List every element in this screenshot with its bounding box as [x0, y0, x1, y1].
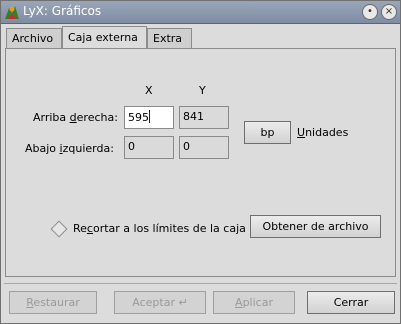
- dialog-window: LyX: Gráficos • × Archivo Caja externa E…: [0, 0, 401, 324]
- column-y-header: Y: [199, 84, 206, 97]
- tab-archivo[interactable]: Archivo: [6, 28, 62, 48]
- lower-left-x-input[interactable]: 0: [124, 136, 174, 159]
- clip-label: Recortar a los límites de la caja: [73, 222, 246, 235]
- column-x-header: X: [145, 84, 153, 97]
- enter-icon: ↵: [178, 296, 188, 309]
- units-label: Unidades: [297, 126, 349, 139]
- upper-right-x-input[interactable]: 595: [124, 106, 174, 129]
- accept-button[interactable]: Aceptar ↵: [114, 291, 206, 314]
- get-from-file-button[interactable]: Obtener de archivo: [250, 215, 381, 238]
- bounding-box-panel: X Y Arriba derecha: 595 841 Abajo izquie…: [5, 48, 396, 277]
- apply-button[interactable]: Aplicar: [213, 291, 295, 314]
- lower-left-label: Abajo izquierda:: [25, 142, 114, 155]
- tab-label: Extra: [153, 32, 183, 45]
- units-button[interactable]: bp: [244, 121, 291, 144]
- lyx-app-icon: [5, 6, 19, 19]
- text-caret: [149, 110, 150, 123]
- tab-label: Caja externa: [68, 31, 138, 44]
- close-window-icon[interactable]: ×: [381, 4, 397, 20]
- footer-separator: [4, 283, 397, 284]
- clip-checkbox[interactable]: [50, 220, 68, 238]
- minimize-icon[interactable]: •: [362, 4, 378, 20]
- tab-label: Archivo: [12, 32, 54, 45]
- restore-button[interactable]: Restaurar: [9, 291, 97, 314]
- title-bar[interactable]: LyX: Gráficos • ×: [1, 1, 400, 24]
- tab-caja-externa[interactable]: Caja externa: [62, 26, 147, 49]
- upper-right-label: Arriba derecha:: [33, 111, 118, 124]
- window-title: LyX: Gráficos: [23, 4, 102, 18]
- lower-left-y-input[interactable]: 0: [179, 136, 229, 159]
- tab-extra[interactable]: Extra: [147, 28, 192, 48]
- close-button[interactable]: Cerrar: [307, 291, 395, 314]
- upper-right-y-input[interactable]: 841: [179, 106, 229, 129]
